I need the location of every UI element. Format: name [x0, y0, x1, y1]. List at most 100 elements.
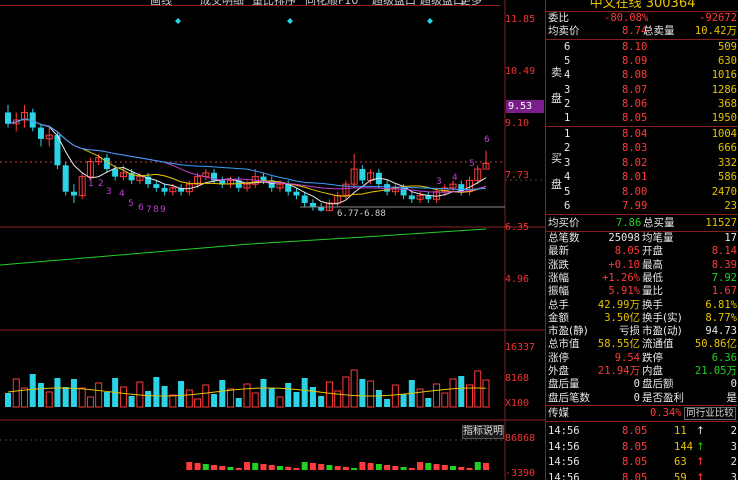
quote-label: 是否盈利: [642, 391, 684, 404]
indicator-bar: [384, 465, 391, 470]
volume-bar: [12, 378, 20, 408]
price-axis-label: 6.35: [505, 222, 530, 233]
toolbar-item[interactable]: 画线: [150, 0, 172, 5]
indicator-bar: [359, 462, 366, 470]
quote-label: 外盘: [548, 365, 569, 377]
indicator-bar: [375, 464, 382, 470]
tick-direction-icon: ↑: [696, 425, 705, 437]
volume-bar: [375, 390, 382, 407]
order-price: 8.04: [622, 128, 648, 140]
committee-label: 委比: [548, 12, 569, 24]
indicator-bar: [301, 462, 308, 470]
indicator-bar: [219, 466, 226, 470]
sequence-label: 4: [119, 189, 125, 199]
order-price: 8.02: [622, 156, 648, 169]
order-volume: 23: [724, 200, 737, 212]
candle-body: [408, 195, 415, 200]
volume-bar: [202, 384, 210, 408]
industry-name: 传媒: [548, 407, 569, 419]
tick-count: 3: [730, 471, 737, 480]
indicator-bar: [466, 468, 473, 470]
volume-bar: [318, 396, 325, 407]
sequence-label: 7: [146, 205, 152, 215]
quote-value: 0: [730, 378, 737, 391]
price-axis-label: 9.10: [505, 118, 530, 129]
sequence-label: 6: [484, 135, 490, 145]
quote-label: 最低: [642, 271, 663, 284]
kline-chart-area[interactable]: 1234567893456 画线成交明细量比排序同花顺F10超级盘口超级盘口更多…: [0, 0, 545, 480]
quote-value: 8.05: [614, 245, 640, 258]
order-level: 1: [564, 112, 571, 124]
indicator-axis-label: -3390: [505, 468, 536, 479]
candle-body: [153, 184, 160, 188]
sequence-label: 5: [128, 199, 134, 209]
sequence-label: 3: [436, 177, 442, 187]
quote-label: 换手: [642, 298, 663, 311]
peer-compare-tab[interactable]: 同行业比较: [684, 407, 736, 420]
indicator-bar: [194, 463, 201, 470]
price-axis-label: 10.49: [505, 66, 536, 77]
quote-label: 市盈(静): [548, 325, 588, 338]
volume-bar: [153, 377, 160, 407]
tick-row[interactable]: 14:56 8.05 11 ↑ 2: [546, 425, 738, 438]
order-level: 2: [564, 97, 571, 110]
order-price: 8.05: [622, 112, 648, 124]
quote-row: 涨跌 +0.10 最高 8.39: [546, 259, 738, 272]
current-price-tag: 9.53: [506, 100, 544, 113]
order-volume: 1016: [711, 69, 737, 82]
toolbar-item[interactable]: 更多: [460, 0, 482, 5]
sequence-label: 2: [98, 179, 104, 189]
sequence-label: 9: [160, 205, 166, 215]
order-level: 2: [564, 142, 571, 155]
volume-bar: [301, 378, 308, 407]
quote-row: 盘后量 0 盘后额 0: [546, 378, 738, 391]
order-volume: 509: [718, 41, 737, 53]
toolbar-item[interactable]: 同花顺F10: [305, 0, 358, 5]
order-price: 8.08: [622, 69, 648, 82]
buy-order-row: 5 8.00 2470: [546, 186, 738, 199]
kline-chart-svg[interactable]: 1 23 45 6 7 8 93 456: [0, 0, 545, 480]
order-volume: 586: [718, 171, 737, 184]
quote-label: 市盈(动): [642, 325, 682, 338]
toolbar-item[interactable]: 超级盘口: [420, 0, 464, 5]
order-level: 3: [564, 83, 571, 96]
volume-axis-label: 16337: [505, 342, 536, 353]
toolbar-item[interactable]: 超级盘口: [372, 0, 416, 5]
tick-row[interactable]: 14:56 8.05 63 ↑ 2: [546, 456, 738, 469]
volume-bar: [243, 383, 251, 408]
sell-order-row: 6 8.10 509: [546, 41, 738, 54]
volume-bar: [276, 396, 284, 408]
order-volume: 332: [718, 156, 737, 169]
indicator-bar: [293, 468, 300, 470]
indicator-help-button[interactable]: 指标说明: [462, 425, 504, 439]
indicator-bar: [235, 468, 242, 470]
tick-row[interactable]: 14:56 8.05 59 ↑ 3: [546, 472, 738, 480]
toolbar-item[interactable]: 成交明细: [200, 0, 244, 5]
volume-bar: [359, 379, 366, 407]
quote-label: 总笔数: [548, 232, 580, 244]
indicator-bar: [483, 463, 489, 470]
quote-value: 17: [724, 232, 737, 244]
volume-bar: [145, 391, 152, 407]
volume-bar: [235, 398, 242, 407]
tick-row[interactable]: 14:56 8.05 144 ↑ 3: [546, 441, 738, 454]
signal-diamond-icon: [175, 18, 181, 24]
indicator-bars: [186, 462, 489, 470]
quote-label: 金额: [548, 311, 569, 324]
volume-bar: [474, 370, 482, 408]
quote-label: 跌停: [642, 351, 663, 364]
order-volume: 1286: [711, 83, 737, 96]
candle-body: [260, 176, 267, 181]
toolbar-item[interactable]: 量比排序: [252, 0, 296, 5]
candlestick-series: [5, 104, 490, 212]
order-price: 8.06: [622, 97, 648, 110]
sell-order-row: 5 8.09 630: [546, 55, 738, 68]
quote-value: 42.99万: [597, 298, 640, 311]
indicator-bar: [260, 464, 267, 470]
indicator-bar: [202, 464, 209, 470]
order-level: 6: [564, 41, 571, 53]
tick-direction-icon: ↑: [696, 456, 705, 468]
avg-buy-row: 均买价 7.86 总买量 11527: [546, 217, 738, 230]
indicator-bar: [351, 468, 358, 470]
sell-order-row: 2 8.06 368: [546, 98, 738, 111]
